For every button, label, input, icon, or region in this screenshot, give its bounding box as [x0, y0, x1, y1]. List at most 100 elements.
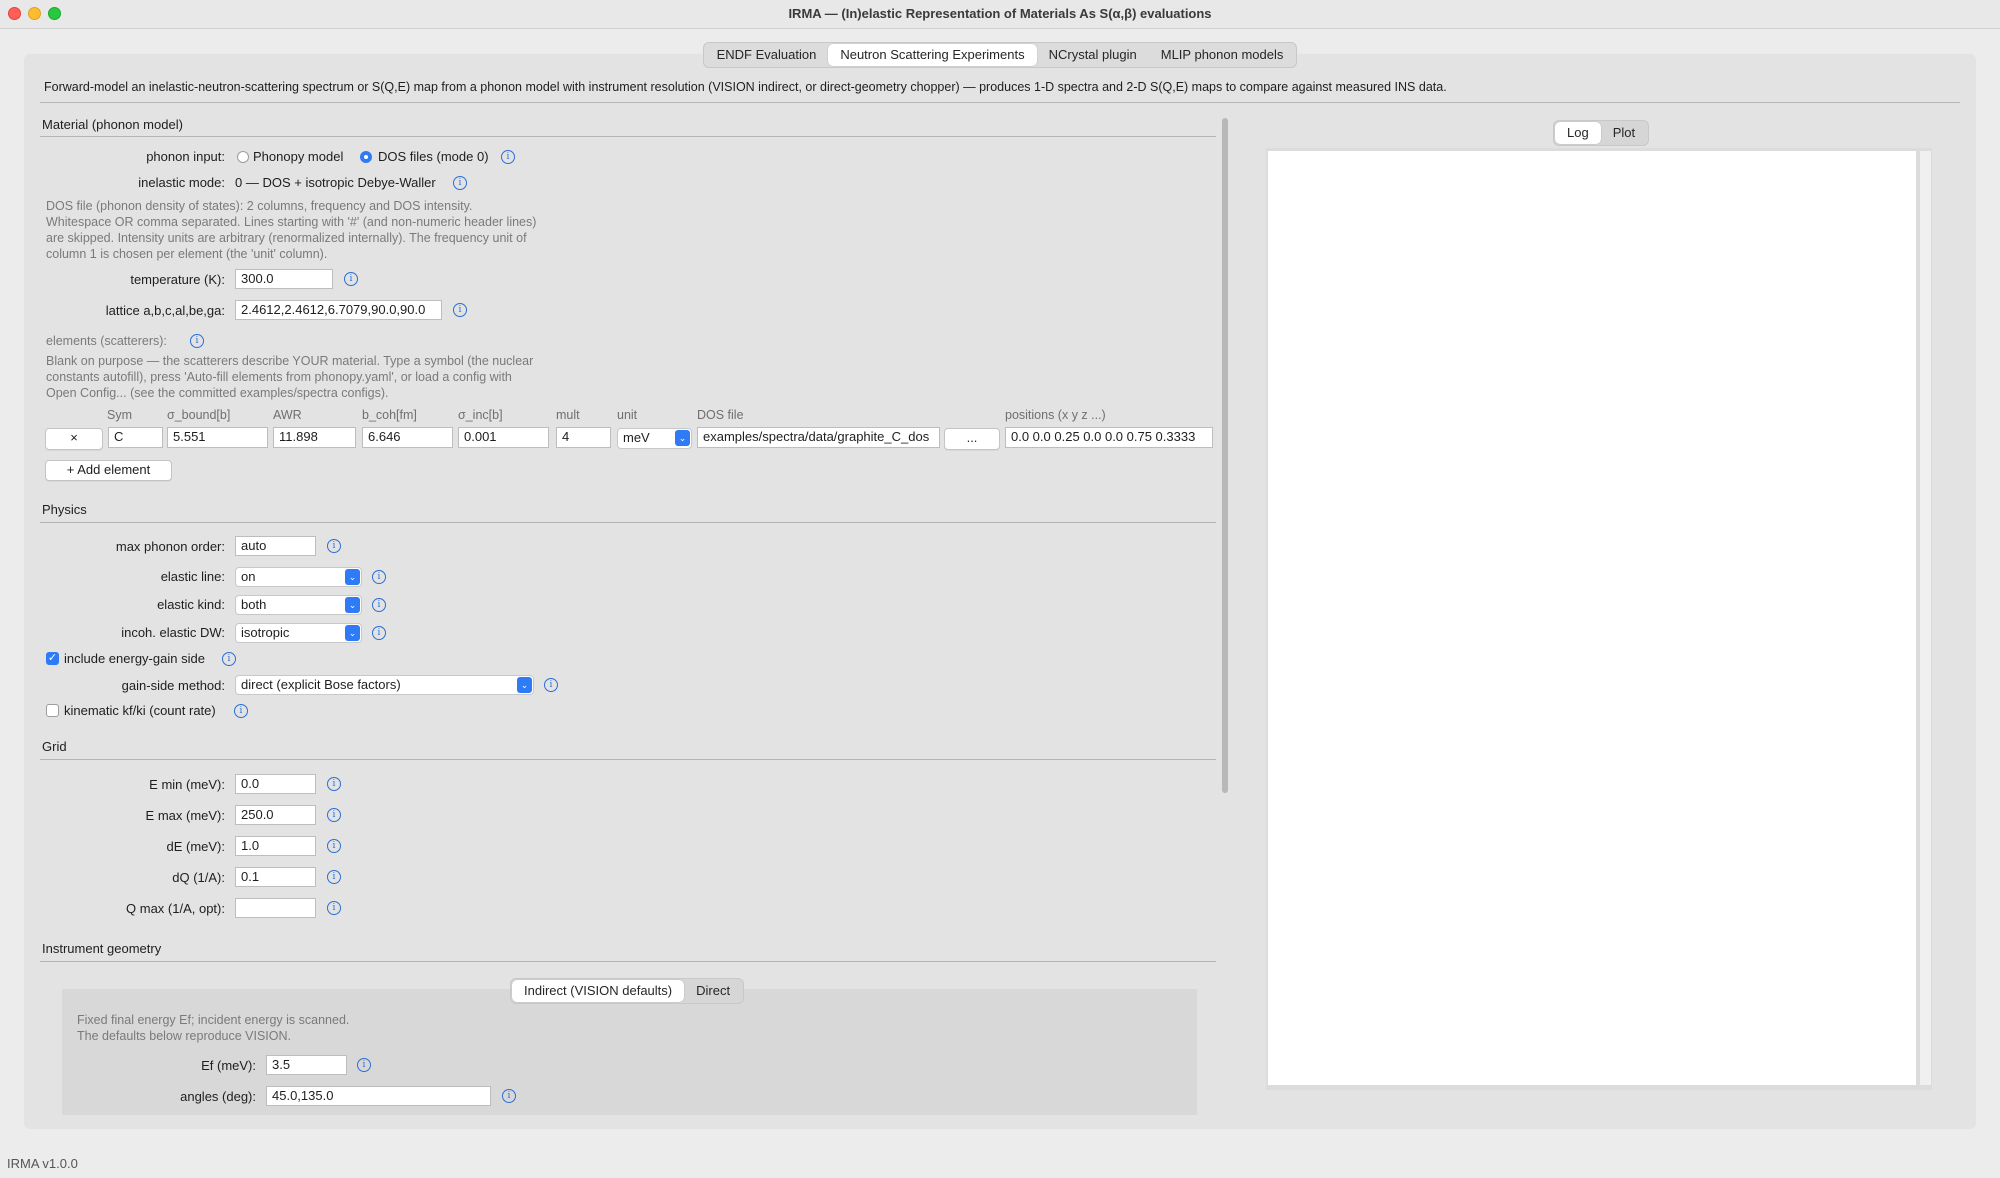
emin-input[interactable]: 0.0 [235, 774, 316, 794]
de-info-icon[interactable]: i [327, 839, 341, 853]
elements-label: elements (scatterers): [46, 334, 167, 348]
page-description: Forward-model an inelastic-neutron-scatt… [44, 80, 1447, 94]
instrument-tab-bar: Indirect (VISION defaults) Direct [510, 978, 745, 1004]
element-b-coh-input[interactable]: 6.646 [362, 427, 453, 448]
elements-help: Blank on purpose — the scatterers descri… [46, 354, 534, 400]
main-tab-bar: ENDF Evaluation Neutron Scattering Exper… [0, 42, 2000, 68]
de-input[interactable]: 1.0 [235, 836, 316, 856]
col-header-awr: AWR [273, 408, 302, 422]
dos-file-help: DOS file (phonon density of states): 2 c… [46, 199, 537, 261]
col-header-sigma-bound: σ_bound[b] [167, 408, 231, 422]
emax-input[interactable]: 250.0 [235, 805, 316, 825]
chevron-down-icon: ⌄ [345, 625, 360, 641]
dq-label: dQ (1/A): [172, 870, 225, 885]
inelastic-mode-info-icon[interactable]: i [453, 176, 467, 190]
instrument-section-title: Instrument geometry [42, 941, 162, 956]
elastic-kind-info-icon[interactable]: i [372, 598, 386, 612]
add-element-button[interactable]: + Add element [45, 460, 172, 481]
temperature-info-icon[interactable]: i [344, 272, 358, 286]
angles-label: angles (deg): [180, 1089, 256, 1104]
col-header-sym: Sym [107, 408, 132, 422]
element-sigma-bound-input[interactable]: 5.551 [167, 427, 268, 448]
element-positions-input[interactable]: 0.0 0.0 0.25 0.0 0.0 0.75 0.3333 [1005, 427, 1213, 448]
element-unit-value: meV [623, 430, 650, 445]
form-scrollbar-thumb[interactable] [1222, 118, 1228, 793]
dq-info-icon[interactable]: i [327, 870, 341, 884]
tab-direct[interactable]: Direct [684, 980, 742, 1002]
material-section-divider [40, 136, 1216, 137]
element-mult-input[interactable]: 4 [556, 427, 611, 448]
tab-ncrystal-plugin[interactable]: NCrystal plugin [1037, 44, 1149, 66]
elements-info-icon[interactable]: i [190, 334, 204, 348]
inelastic-mode-value: 0 — DOS + isotropic Debye-Waller [235, 175, 436, 190]
element-unit-select[interactable]: meV ⌄ [617, 428, 692, 449]
gain-side-method-info-icon[interactable]: i [544, 678, 558, 692]
temperature-input[interactable]: 300.0 [235, 269, 333, 289]
elastic-line-value: on [241, 569, 256, 584]
elastic-kind-label: elastic kind: [157, 597, 225, 612]
chevron-down-icon: ⌄ [517, 677, 532, 693]
element-sym-input[interactable]: C [108, 427, 163, 448]
chevron-down-icon: ⌄ [345, 597, 360, 613]
log-text-area[interactable] [1268, 151, 1916, 1085]
elastic-kind-select[interactable]: both ⌄ [235, 595, 362, 615]
element-dos-file-input[interactable]: examples/spectra/data/graphite_C_dos [697, 427, 940, 448]
energy-gain-info-icon[interactable]: i [222, 652, 236, 666]
dq-input[interactable]: 0.1 [235, 867, 316, 887]
grid-section-title: Grid [42, 739, 67, 754]
emax-info-icon[interactable]: i [327, 808, 341, 822]
tab-indirect[interactable]: Indirect (VISION defaults) [512, 980, 685, 1002]
inelastic-mode-label: inelastic mode: [138, 175, 225, 190]
incoh-elastic-dw-value: isotropic [241, 625, 290, 640]
emin-info-icon[interactable]: i [327, 777, 341, 791]
max-phonon-order-label: max phonon order: [115, 539, 225, 554]
lattice-input[interactable]: 2.4612,2.4612,6.7079,90.0,90.0 [235, 300, 442, 320]
incoh-elastic-dw-select[interactable]: isotropic ⌄ [235, 623, 362, 643]
element-sigma-inc-input[interactable]: 0.001 [458, 427, 549, 448]
tab-neutron-scattering-experiments[interactable]: Neutron Scattering Experiments [828, 44, 1037, 66]
max-phonon-order-input[interactable]: auto [235, 536, 316, 556]
ef-input[interactable]: 3.5 [266, 1055, 347, 1075]
col-header-sigma-inc: σ_inc[b] [458, 408, 503, 422]
remove-element-button[interactable]: × [45, 428, 103, 450]
phonon-input-radio-phonopy[interactable] [237, 151, 249, 163]
tab-mlip-phonon-models[interactable]: MLIP phonon models [1149, 44, 1296, 66]
gain-side-method-label: gain-side method: [121, 678, 225, 693]
qmax-info-icon[interactable]: i [327, 901, 341, 915]
ef-label: Ef (meV): [201, 1058, 256, 1073]
angles-input[interactable]: 45.0,135.0 [266, 1086, 491, 1106]
element-awr-input[interactable]: 11.898 [273, 427, 356, 448]
phonon-input-label: phonon input: [146, 149, 225, 164]
tab-log[interactable]: Log [1555, 122, 1601, 144]
incoh-elastic-dw-info-icon[interactable]: i [372, 626, 386, 640]
gain-side-method-select[interactable]: direct (explicit Bose factors) ⌄ [235, 675, 534, 695]
temperature-label: temperature (K): [130, 272, 225, 287]
kinematic-info-icon[interactable]: i [234, 704, 248, 718]
elastic-line-select[interactable]: on ⌄ [235, 567, 362, 587]
col-header-mult: mult [556, 408, 580, 422]
phonon-input-info-icon[interactable]: i [501, 150, 515, 164]
physics-section-title: Physics [42, 502, 87, 517]
description-divider [40, 102, 1960, 103]
phonon-input-option-dos: DOS files (mode 0) [378, 149, 489, 164]
max-phonon-order-info-icon[interactable]: i [327, 539, 341, 553]
log-scrollbar[interactable] [1920, 151, 1931, 1085]
angles-info-icon[interactable]: i [502, 1089, 516, 1103]
qmax-label: Q max (1/A, opt): [126, 901, 225, 916]
browse-dos-file-button[interactable]: ... [944, 428, 1000, 450]
col-header-unit: unit [617, 408, 638, 422]
phonon-input-radio-dos[interactable] [360, 151, 372, 163]
lattice-info-icon[interactable]: i [453, 303, 467, 317]
energy-gain-checkbox[interactable]: ✓ [46, 652, 59, 665]
tab-plot[interactable]: Plot [1601, 122, 1647, 144]
elastic-line-info-icon[interactable]: i [372, 570, 386, 584]
tab-endf-evaluation[interactable]: ENDF Evaluation [705, 44, 829, 66]
qmax-input[interactable] [235, 898, 316, 918]
emin-label: E min (meV): [149, 777, 225, 792]
lattice-label: lattice a,b,c,al,be,ga: [105, 303, 225, 318]
ef-info-icon[interactable]: i [357, 1058, 371, 1072]
energy-gain-label: include energy-gain side [64, 651, 205, 666]
kinematic-checkbox[interactable] [46, 704, 59, 717]
output-tab-bar: Log Plot [1553, 120, 1650, 146]
col-header-b-coh: b_coh[fm] [362, 408, 417, 422]
